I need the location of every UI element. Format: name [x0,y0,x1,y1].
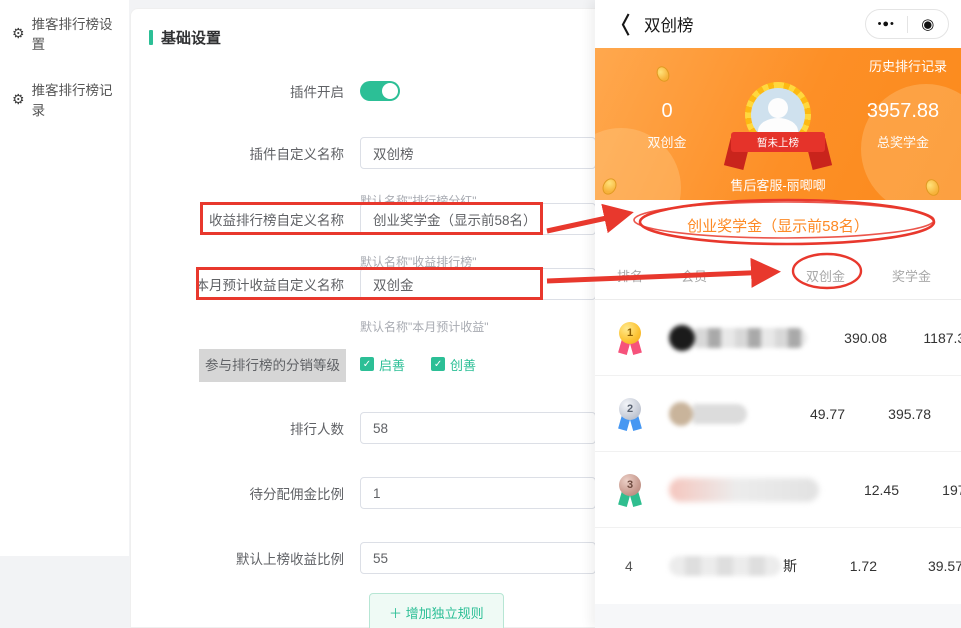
row-value1: 1.72 [797,558,877,574]
commission-ratio-row: 待分配佣金比例 [131,477,597,509]
row-value1: 12.45 [819,482,899,498]
plugin-name-label: 插件自定义名称 [131,143,346,163]
sidebar-item-ranking-records[interactable]: ⚙ 推客排行榜记录 [0,66,129,132]
service-nickname: 售后客服-丽唧唧 [595,175,961,194]
right-stat-label: 总奖学金 [855,132,951,151]
member-name-blurred [657,402,765,426]
month-income-name-row: 本月预计收益自定义名称 [131,268,597,300]
sidebar-item-label: 推客排行榜设置 [32,13,125,53]
phone-preview: 〈 双创榜 •●• ◉ 历史排行记录 0 双创金 3957.88 总奖学金 [595,0,961,628]
checkbox-checked-icon: ✓ [360,357,374,371]
sidebar: ⚙ 推客排行榜设置 ⚙ 推客排行榜记录 [0,0,129,556]
section-title: 基础设置 [149,27,221,48]
rank-count-input[interactable] [360,412,596,444]
left-stat: 0 双创金 [619,100,715,151]
level-label: 创善 [450,355,476,374]
plugin-name-row: 插件自定义名称 [131,137,597,169]
plugin-name-input[interactable] [360,137,596,169]
toggle-knob [382,83,398,99]
col-header-member: 会员 [657,266,765,285]
row-value2: 395.78 [845,406,939,422]
user-badge: 暂未上榜 [733,80,823,172]
bronze-medal-icon: 3 [617,474,643,506]
section-title-bar [149,30,153,45]
default-income-ratio-input[interactable] [360,542,596,574]
table-row[interactable]: 1 390.08 1187.36 [595,300,961,376]
levels-label: 参与排行榜的分销等级 [199,349,346,382]
back-chevron-icon[interactable]: 〈 [611,8,630,40]
rank-count-label: 排行人数 [131,418,346,438]
minimize-target-icon[interactable]: ◉ [908,15,949,33]
table-row[interactable]: 3 12.45 197.89 [595,452,961,528]
sidebar-item-ranking-settings[interactable]: ⚙ 推客排行榜设置 [0,0,129,66]
row-value1: 390.08 [807,330,887,346]
default-income-ratio-row: 默认上榜收益比例 [131,542,597,574]
plugin-toggle[interactable] [360,81,400,101]
default-income-ratio-label: 默认上榜收益比例 [131,548,346,568]
more-menu-icon[interactable]: •●• [866,18,907,30]
right-stat: 3957.88 总奖学金 [855,100,951,151]
plugin-toggle-row: 插件开启 [131,75,597,107]
silver-medal-icon: 2 [617,398,643,430]
member-name-suffix: 斯 [783,556,797,576]
phone-footer-strip [595,604,961,628]
row-value1: 49.77 [765,406,845,422]
level-label: 启善 [379,355,405,374]
ranking-rows: 1 390.08 1187.36 2 49.77 [595,300,961,604]
settings-card: 基础设置 插件开启 插件自定义名称 默认名称"排行榜分红" 收益排行榜自定义名称… [130,8,596,628]
history-rank-link[interactable]: 历史排行记录 [869,56,947,75]
plugin-toggle-label: 插件开启 [131,81,346,101]
not-ranked-ribbon: 暂未上榜 [731,132,825,152]
col-header-shuangchuangjin: 双创金 [765,266,845,285]
right-stat-value: 3957.88 [855,100,951,123]
rank-count-row: 排行人数 [131,412,597,444]
rank-number: 4 [617,558,657,574]
avatar-head [768,98,788,118]
table-row[interactable]: 4 斯 1.72 39.57 [595,528,961,604]
row-value2: 1187.36 [887,330,961,346]
coin-icon [654,64,671,83]
wechat-capsule: •●• ◉ [865,9,949,39]
ranking-table-header: 排名 会员 双创金 奖学金 [595,252,961,300]
row-value2: 39.57 [877,558,961,574]
col-header-scholarship: 奖学金 [845,266,939,285]
gold-medal-icon: 1 [617,322,643,354]
left-stat-value: 0 [619,100,715,123]
ranking-section-title[interactable]: 创业奖学金（显示前58名） [595,200,961,250]
section-title-text: 基础设置 [161,27,221,48]
table-row[interactable]: 2 49.77 395.78 [595,376,961,452]
ranking-header: 历史排行记录 0 双创金 3957.88 总奖学金 暂未上榜 售后客服-丽唧唧 [595,48,961,200]
row-value2: 197.89 [899,482,961,498]
page: ⚙ 推客排行榜设置 ⚙ 推客排行榜记录 基础设置 插件开启 插件自定义名称 默认… [0,0,961,628]
month-income-name-label: 本月预计收益自定义名称 [131,274,346,294]
member-name-blurred: 斯 [657,556,797,576]
member-name-blurred [657,325,807,351]
commission-ratio-label: 待分配佣金比例 [131,483,346,503]
checkbox-checked-icon: ✓ [431,357,445,371]
level-checkbox-chuangshan[interactable]: ✓ 创善 [431,355,476,374]
phone-navbar: 〈 双创榜 •●• ◉ [595,0,961,48]
income-rank-name-row: 收益排行榜自定义名称 [131,203,597,235]
phone-page-title: 双创榜 [644,12,694,36]
member-name-blurred [657,478,819,502]
month-income-name-hint: 默认名称"本月预计收益" [360,318,489,335]
add-rule-button[interactable]: ＋ 增加独立规则 [369,593,504,628]
gear-icon: ⚙ [12,92,25,106]
levels-row: 参与排行榜的分销等级 ✓ 启善 ✓ 创善 [131,346,597,382]
sidebar-item-label: 推客排行榜记录 [32,79,125,119]
income-rank-name-input[interactable] [360,203,596,235]
month-income-name-input[interactable] [360,268,596,300]
left-stat-label: 双创金 [619,132,715,151]
gear-icon: ⚙ [12,26,25,40]
commission-ratio-input[interactable] [360,477,596,509]
level-checkbox-qishan[interactable]: ✓ 启善 [360,355,405,374]
col-header-rank: 排名 [617,266,657,285]
income-rank-name-label: 收益排行榜自定义名称 [131,209,346,229]
